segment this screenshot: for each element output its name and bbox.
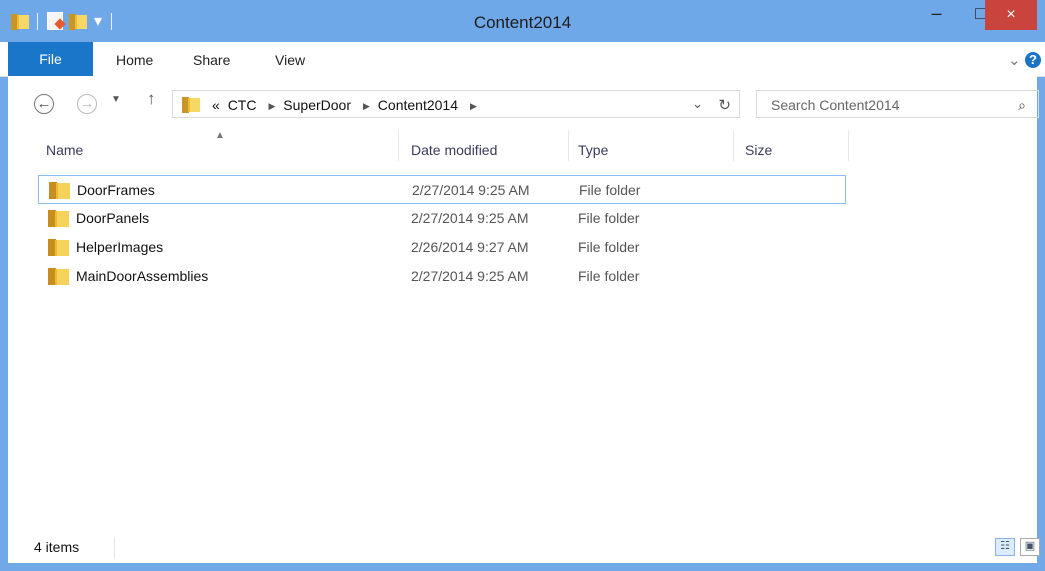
folder-icon — [48, 267, 69, 285]
address-dropdown-icon[interactable]: ⌄ — [692, 96, 703, 112]
folder-icon — [49, 181, 70, 199]
file-type: File folder — [578, 210, 640, 226]
column-divider[interactable] — [848, 130, 849, 161]
search-box[interactable]: Search Content2014 ⌕ — [756, 90, 1039, 118]
details-view-button[interactable]: ☷ — [995, 538, 1015, 556]
large-icons-view-button[interactable]: ▣ — [1020, 538, 1040, 556]
file-list: DoorFrames 2/27/2014 9:25 AM File folder… — [38, 175, 846, 291]
refresh-icon[interactable]: ↻ — [718, 96, 731, 114]
breadcrumb: « CTC ▶ SuperDoor ▶ Content2014 ▶ — [212, 97, 481, 113]
breadcrumb-separator-icon[interactable]: ▶ — [470, 101, 477, 111]
file-row-doorframes[interactable]: DoorFrames 2/27/2014 9:25 AM File folder — [38, 175, 846, 204]
folder-icon — [48, 209, 69, 227]
file-date-modified: 2/26/2014 9:27 AM — [411, 239, 529, 255]
column-headers: ▲ Name Date modified Type Size — [8, 130, 1037, 168]
file-name[interactable]: DoorPanels — [76, 210, 149, 226]
folder-icon — [181, 96, 200, 113]
column-divider[interactable] — [733, 130, 734, 161]
tab-share[interactable]: Share — [193, 52, 230, 68]
file-date-modified: 2/27/2014 9:25 AM — [411, 268, 529, 284]
forward-button[interactable]: → — [77, 94, 97, 114]
file-row-helperimages[interactable]: HelperImages 2/26/2014 9:27 AM File fold… — [38, 233, 846, 262]
tab-home[interactable]: Home — [116, 52, 153, 68]
breadcrumb-overflow[interactable]: « — [212, 97, 220, 113]
file-date-modified: 2/27/2014 9:25 AM — [412, 182, 530, 198]
sort-ascending-icon: ▲ — [215, 130, 225, 141]
search-icon[interactable]: ⌕ — [1018, 97, 1026, 114]
file-name[interactable]: DoorFrames — [77, 182, 155, 198]
address-bar[interactable]: « CTC ▶ SuperDoor ▶ Content2014 ▶ ⌄ ↻ — [172, 90, 740, 118]
file-name[interactable]: MainDoorAssemblies — [76, 268, 208, 284]
up-button[interactable]: ↑ — [147, 89, 156, 109]
file-type: File folder — [579, 182, 641, 198]
status-separator — [114, 537, 115, 559]
minimize-button[interactable]: – — [914, 0, 959, 30]
size-column-header[interactable]: Size — [745, 142, 772, 158]
status-bar: 4 items ☷ ▣ — [8, 537, 1040, 563]
breadcrumb-superdoor[interactable]: SuperDoor — [283, 97, 351, 113]
column-divider[interactable] — [398, 130, 399, 161]
column-divider[interactable] — [568, 130, 569, 161]
name-column-header[interactable]: Name — [46, 142, 83, 158]
back-button[interactable]: ← — [34, 94, 54, 114]
window-title: Content2014 — [473, 13, 572, 32]
tab-file[interactable]: File — [8, 42, 93, 76]
ribbon-tabs: File Home Share View ⌄ ? — [0, 42, 1045, 77]
search-input[interactable]: Search Content2014 — [771, 97, 899, 113]
recent-locations-button[interactable]: ▼ — [111, 94, 121, 105]
file-row-maindoorassemblies[interactable]: MainDoorAssemblies 2/27/2014 9:25 AM Fil… — [38, 262, 846, 291]
help-icon[interactable]: ? — [1025, 52, 1041, 68]
file-explorer-window: ▾ Content2014 – □ × File Home Share View… — [0, 0, 1045, 571]
file-type: File folder — [578, 239, 640, 255]
title-bar: ▾ Content2014 – □ × — [0, 0, 1045, 42]
breadcrumb-ctc[interactable]: CTC — [228, 97, 257, 113]
close-button[interactable]: × — [985, 0, 1037, 30]
breadcrumb-content2014[interactable]: Content2014 — [378, 97, 458, 113]
folder-icon — [48, 238, 69, 256]
breadcrumb-separator-icon[interactable]: ▶ — [268, 101, 275, 111]
file-date-modified: 2/27/2014 9:25 AM — [411, 210, 529, 226]
type-column-header[interactable]: Type — [578, 142, 608, 158]
file-type: File folder — [578, 268, 640, 284]
breadcrumb-separator-icon[interactable]: ▶ — [363, 101, 370, 111]
tab-view[interactable]: View — [275, 52, 305, 68]
item-count: 4 items — [34, 539, 80, 555]
file-row-doorpanels[interactable]: DoorPanels 2/27/2014 9:25 AM File folder — [38, 204, 846, 233]
file-name[interactable]: HelperImages — [76, 239, 163, 255]
navigation-bar: ← → ▼ ↑ « CTC ▶ SuperDoor ▶ Content2014 ▶ ⌄… — [8, 76, 1039, 121]
date-modified-column-header[interactable]: Date modified — [411, 142, 497, 158]
chevron-down-icon[interactable]: ⌄ — [1008, 51, 1021, 69]
